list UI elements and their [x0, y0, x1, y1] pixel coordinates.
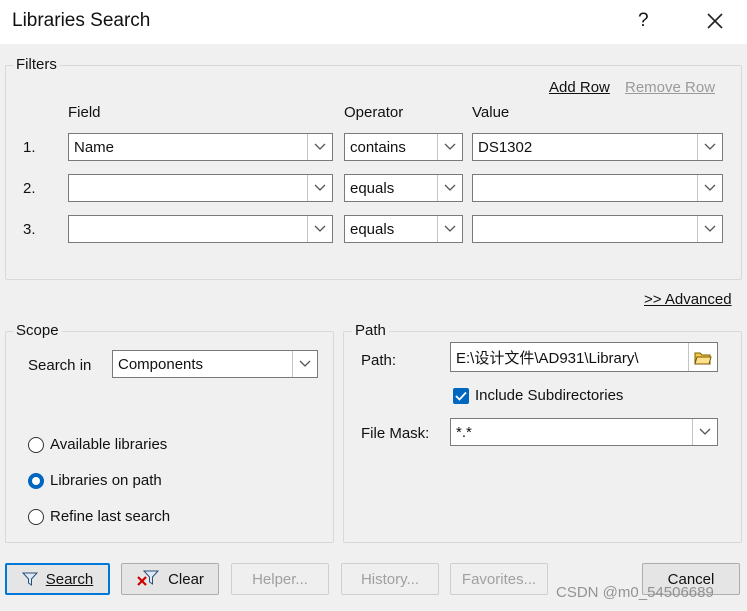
field-combo[interactable]: Name [68, 133, 333, 161]
field-combo[interactable] [68, 174, 333, 202]
file-mask-combo[interactable]: *.* [450, 418, 718, 446]
search-in-label: Search in [28, 357, 92, 374]
include-subdirs-label: Include Subdirectories [475, 387, 624, 404]
field-value: Name [74, 138, 115, 156]
row-number: 1. [23, 139, 36, 156]
radio-circle [28, 508, 44, 525]
operator-combo[interactable]: equals [344, 215, 463, 243]
history-button[interactable]: History... [341, 563, 439, 595]
operator-combo[interactable]: equals [344, 174, 463, 202]
scope-legend: Scope [13, 322, 62, 339]
helper-button[interactable]: Helper... [231, 563, 329, 595]
window-title: Libraries Search [12, 10, 151, 31]
helper-button-label: Helper... [252, 570, 308, 588]
radio-circle-selected [28, 472, 44, 489]
add-row-link[interactable]: Add Row [549, 79, 610, 96]
radio-libraries-on-path[interactable]: Libraries on path [28, 472, 162, 489]
radio-label: Refine last search [50, 508, 171, 525]
favorites-button[interactable]: Favorites... [450, 563, 548, 595]
path-input[interactable]: E:\设计文件\AD931\Library\ [450, 342, 718, 372]
help-button[interactable]: ? [638, 10, 649, 32]
browse-button[interactable] [688, 343, 717, 371]
field-combo[interactable] [68, 215, 333, 243]
folder-icon [694, 352, 712, 364]
operator-value: equals [350, 220, 395, 238]
advanced-link[interactable]: >> Advanced [644, 291, 732, 308]
chevron-down-icon[interactable] [307, 175, 332, 201]
row-number: 3. [23, 221, 36, 238]
favorites-button-label: Favorites... [461, 570, 537, 588]
chevron-down-icon[interactable] [307, 216, 332, 242]
chevron-down-icon[interactable] [437, 216, 462, 242]
operator-header: Operator [344, 104, 404, 121]
close-icon [707, 13, 723, 29]
search-button[interactable]: Search [5, 563, 110, 595]
filter-icon [21, 572, 38, 586]
chevron-down-icon[interactable] [697, 175, 722, 201]
operator-value: contains [350, 138, 406, 156]
chevron-down-icon[interactable] [697, 216, 722, 242]
value-combo[interactable]: DS1302 [472, 133, 723, 161]
value-header: Value [472, 104, 510, 121]
filters-legend: Filters [13, 56, 60, 73]
field-header: Field [68, 104, 101, 121]
value-combo[interactable] [472, 174, 723, 202]
chevron-down-icon[interactable] [692, 419, 717, 445]
clear-button[interactable]: Clear [121, 563, 219, 595]
path-label: Path: [361, 352, 397, 369]
chevron-down-icon[interactable] [697, 134, 722, 160]
radio-label: Available libraries [50, 436, 168, 453]
file-mask-label: File Mask: [361, 425, 430, 442]
search-in-value: Components [118, 355, 204, 373]
radio-label: Libraries on path [50, 472, 162, 489]
chevron-down-icon[interactable] [437, 134, 462, 160]
chevron-down-icon[interactable] [307, 134, 332, 160]
close-button[interactable] [700, 4, 730, 38]
remove-row-link[interactable]: Remove Row [625, 79, 715, 96]
clear-button-label: Clear [168, 570, 204, 588]
radio-circle [28, 436, 44, 453]
path-legend: Path [352, 322, 389, 339]
include-subdirs-checkbox[interactable]: Include Subdirectories [453, 387, 623, 404]
row-number: 2. [23, 180, 36, 197]
radio-available-libraries[interactable]: Available libraries [28, 436, 167, 453]
chevron-down-icon[interactable] [437, 175, 462, 201]
search-in-combo[interactable]: Components [112, 350, 318, 378]
checkbox-checked-icon [453, 387, 469, 404]
value-combo[interactable] [472, 215, 723, 243]
operator-value: equals [350, 179, 395, 197]
watermark: CSDN @m0_54506689 [556, 584, 714, 601]
path-value: E:\设计文件\AD931\Library\ [456, 349, 639, 367]
operator-combo[interactable]: contains [344, 133, 463, 161]
chevron-down-icon[interactable] [292, 351, 317, 377]
search-button-label: Search [45, 570, 94, 588]
history-button-label: History... [360, 570, 420, 588]
file-mask-value: *.* [456, 423, 472, 441]
value-value: DS1302 [478, 138, 533, 156]
filters-group [5, 65, 742, 280]
clear-filter-icon [137, 570, 160, 586]
radio-refine-last-search[interactable]: Refine last search [28, 508, 170, 525]
